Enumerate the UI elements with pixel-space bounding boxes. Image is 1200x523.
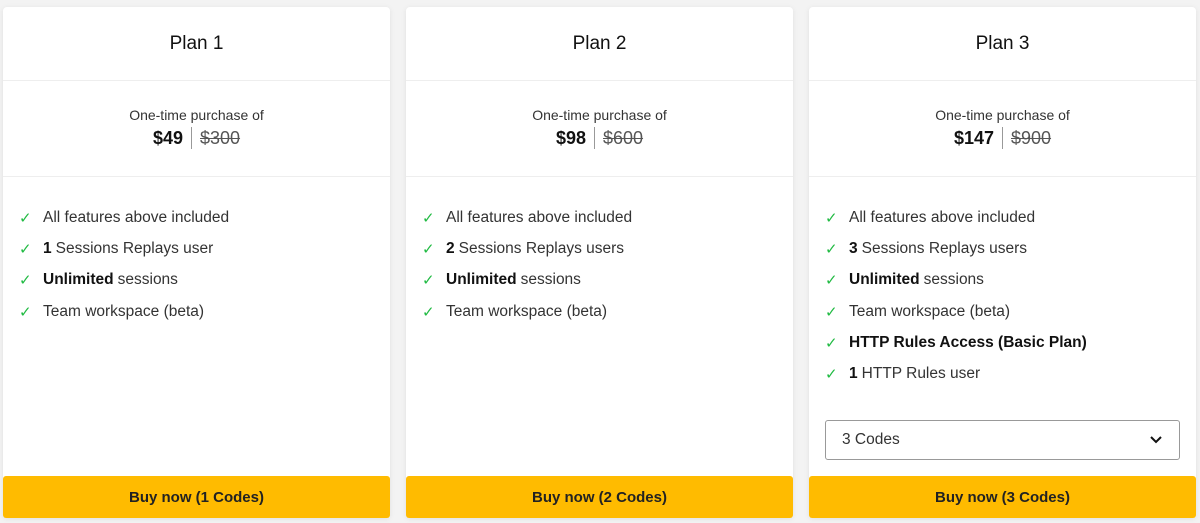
feature-highlight: 1 (849, 365, 858, 383)
feature-list: ✓ All features above included ✓ 3 Sessions R… (809, 177, 1196, 390)
feature-highlight: 1 (43, 239, 52, 257)
check-icon: ✓ (422, 272, 435, 290)
feature-text: Sessions Replays users (458, 239, 625, 257)
price-label: One-time purchase of (935, 107, 1070, 123)
plan-title: Plan 1 (3, 7, 390, 81)
feature-item: ✓ HTTP Rules Access (Basic Plan) (825, 327, 1196, 358)
plan-title: Plan 2 (406, 7, 793, 81)
feature-item: ✓ 2 Sessions Replays users (422, 233, 793, 264)
feature-list: ✓ All features above included ✓ 1 Sessions R… (3, 177, 390, 327)
check-icon: ✓ (422, 303, 435, 321)
price-section: One-time purchase of $98 $600 (406, 81, 793, 177)
check-icon: ✓ (422, 209, 435, 227)
feature-item: ✓ Team workspace (beta) (422, 296, 793, 327)
feature-text: All features above included (446, 208, 633, 226)
check-icon: ✓ (19, 240, 32, 258)
chevron-down-icon (1150, 436, 1162, 444)
check-icon: ✓ (825, 366, 838, 384)
plan-title: Plan 3 (809, 7, 1196, 81)
feature-highlight: Unlimited (446, 271, 517, 289)
feature-item: ✓ Unlimited sessions (825, 265, 1196, 296)
check-icon: ✓ (19, 272, 32, 290)
check-icon: ✓ (825, 209, 838, 227)
feature-text: Team workspace (beta) (849, 302, 1011, 320)
check-icon: ✓ (422, 240, 435, 258)
feature-text: HTTP Rules user (861, 365, 981, 383)
check-icon: ✓ (825, 334, 838, 352)
original-price: $900 (1011, 127, 1052, 148)
feature-highlight: HTTP Rules Access (Basic Plan) (849, 333, 1087, 351)
feature-item: ✓ All features above included (422, 202, 793, 233)
buy-now-button[interactable]: Buy now (2 Codes) (406, 476, 793, 518)
check-icon: ✓ (19, 303, 32, 321)
check-icon: ✓ (19, 209, 32, 227)
feature-text: Sessions Replays user (55, 239, 214, 257)
plan-card: Plan 3 One-time purchase of $147 $900 ✓ Al… (809, 7, 1196, 518)
buy-now-button[interactable]: Buy now (1 Codes) (3, 476, 390, 518)
feature-text: All features above included (43, 208, 230, 226)
feature-text: sessions (117, 271, 178, 289)
original-price: $600 (603, 127, 644, 148)
feature-highlight: Unlimited (849, 271, 920, 289)
current-price: $98 (556, 127, 595, 149)
feature-item: ✓ Unlimited sessions (19, 265, 390, 296)
codes-select[interactable]: 3 Codes (825, 420, 1180, 460)
feature-list: ✓ All features above included ✓ 2 Sessions R… (406, 177, 793, 327)
feature-item: ✓ 1 Sessions Replays user (19, 233, 390, 264)
price-label: One-time purchase of (129, 107, 264, 123)
check-icon: ✓ (825, 272, 838, 290)
check-icon: ✓ (825, 240, 838, 258)
feature-highlight: 3 (849, 239, 858, 257)
feature-item: ✓ 1 HTTP Rules user (825, 358, 1196, 389)
feature-text: Team workspace (beta) (446, 302, 608, 320)
plan-card: Plan 1 One-time purchase of $49 $300 ✓ All… (3, 7, 390, 518)
current-price: $147 (954, 127, 1003, 149)
feature-item: ✓ 3 Sessions Replays users (825, 233, 1196, 264)
feature-highlight: Unlimited (43, 271, 114, 289)
buy-now-button[interactable]: Buy now (3 Codes) (809, 476, 1196, 518)
feature-text: Sessions Replays users (861, 239, 1028, 257)
feature-item: ✓ Team workspace (beta) (19, 296, 390, 327)
select-value: 3 Codes (842, 431, 900, 448)
plan-card: Plan 2 One-time purchase of $98 $600 ✓ All… (406, 7, 793, 518)
feature-text: sessions (520, 271, 581, 289)
price-section: One-time purchase of $147 $900 (809, 81, 1196, 177)
feature-item: ✓ All features above included (19, 202, 390, 233)
feature-text: All features above included (849, 208, 1036, 226)
feature-item: ✓ Unlimited sessions (422, 265, 793, 296)
feature-item: ✓ Team workspace (beta) (825, 296, 1196, 327)
feature-highlight: 2 (446, 239, 455, 257)
current-price: $49 (153, 127, 192, 149)
check-icon: ✓ (825, 303, 838, 321)
price-section: One-time purchase of $49 $300 (3, 81, 390, 177)
feature-text: sessions (923, 271, 984, 289)
feature-item: ✓ All features above included (825, 202, 1196, 233)
price-label: One-time purchase of (532, 107, 667, 123)
original-price: $300 (200, 127, 241, 148)
feature-text: Team workspace (beta) (43, 302, 205, 320)
